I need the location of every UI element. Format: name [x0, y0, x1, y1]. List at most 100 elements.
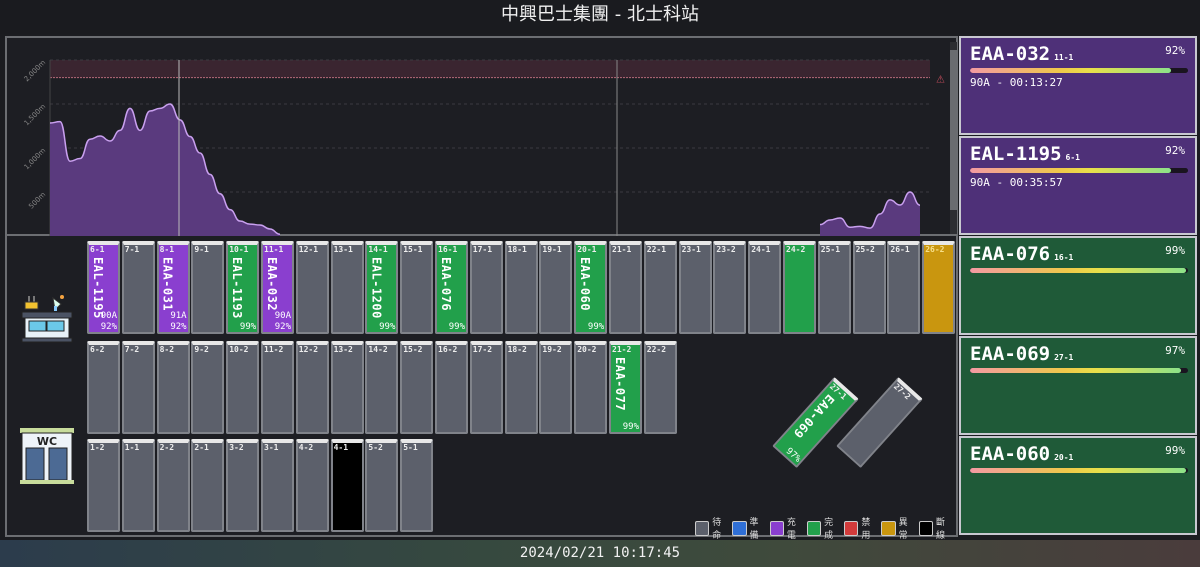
bay-battery: 92%: [100, 322, 117, 332]
bay-label: 20-1: [577, 245, 597, 254]
bay-10-2[interactable]: 10-2: [226, 341, 260, 434]
bay-21-1[interactable]: 21-1: [609, 241, 642, 334]
bay-vehicle-id: EAA-076: [439, 257, 453, 312]
bay-12-1[interactable]: 12-1: [295, 241, 329, 334]
bay-14-1[interactable]: 14-1 EAL-1200 99%: [365, 241, 399, 334]
page-title: 中興巴士集團 - 北士科站: [0, 0, 1200, 34]
card-bay: 27-1: [1054, 353, 1074, 362]
bay-label: 8-1: [159, 245, 175, 254]
bay-10-1[interactable]: 10-1 EAL-1193 99%: [226, 241, 260, 334]
bay-17-2[interactable]: 17-2: [469, 341, 503, 434]
bay-battery: 97%: [783, 446, 803, 465]
bay-11-1[interactable]: 11-1 EAA-032 90A 92%: [261, 241, 294, 334]
bay-5-2[interactable]: 5-2: [365, 439, 399, 532]
bay-9-1[interactable]: 9-1: [191, 241, 225, 334]
card-vehicle-text: EAL-1195: [970, 143, 1062, 165]
bay-24-2[interactable]: 24-2: [783, 241, 816, 334]
bay-4-2[interactable]: 4-2: [295, 439, 329, 532]
bay-1-2[interactable]: 1-2: [87, 439, 120, 532]
bay-5-1[interactable]: 5-1: [400, 439, 434, 532]
bay-8-1[interactable]: 8-1 EAA-031 91A 92%: [156, 241, 190, 334]
bay-1-1[interactable]: 1-1: [121, 439, 155, 532]
bay-19-2[interactable]: 19-2: [539, 341, 573, 434]
bay-23-1[interactable]: 23-1: [678, 241, 712, 334]
bay-label: 3-1: [264, 443, 279, 452]
bay-15-2[interactable]: 15-2: [400, 341, 434, 434]
bay-11-2[interactable]: 11-2: [261, 341, 294, 434]
bay-14-2[interactable]: 14-2: [365, 341, 399, 434]
bay-vehicle-id: EAA-032: [265, 257, 279, 312]
bay-battery: 99%: [379, 322, 396, 332]
bay-7-1[interactable]: 7-1: [121, 241, 155, 334]
bay-19-1[interactable]: 19-1: [539, 241, 573, 334]
bay-label: 24-1: [751, 245, 771, 254]
bay-16-2[interactable]: 16-2: [435, 341, 468, 434]
y-tick-label: 0m: [34, 234, 48, 236]
bay-22-1[interactable]: 22-1: [643, 241, 677, 334]
vehicle-card-EAA-076[interactable]: EAA-076 16-1 99%: [959, 236, 1197, 335]
bay-21-2[interactable]: 21-2 EAA-077 99%: [609, 341, 642, 434]
legend-swatch: [918, 520, 933, 536]
vehicle-card-EAA-069[interactable]: EAA-069 27-1 97%: [959, 336, 1197, 435]
bay-17-1[interactable]: 17-1: [469, 241, 503, 334]
bay-label: 26-1: [890, 245, 910, 254]
bay-23-2[interactable]: 23-2: [713, 241, 747, 334]
status-legend: 待命 準備 充電 完成 禁用 異常 斷線: [695, 515, 956, 541]
legend-item-abnormal: 異常: [881, 515, 915, 541]
bay-label: 24-2: [786, 245, 806, 254]
card-vehicle-id: EAA-060 20-1: [970, 443, 1073, 465]
bay-label: 17-1: [472, 245, 493, 254]
vehicle-card-EAA-032[interactable]: EAA-032 11-1 92% 90A - 00:13:27: [959, 36, 1197, 135]
bay-6-1[interactable]: 6-1 EAL-1195 90A 92%: [87, 241, 120, 334]
bay-battery: 99%: [239, 322, 257, 332]
bay-current: 90A: [274, 311, 291, 321]
scrollbar-thumb[interactable]: [950, 50, 957, 210]
bay-vehicle-id: EAA-031: [160, 257, 175, 312]
bay-label: 5-2: [368, 443, 383, 452]
bay-battery: 92%: [170, 322, 187, 332]
bay-4-1[interactable]: 4-1: [330, 439, 364, 532]
bay-8-2[interactable]: 8-2: [156, 341, 190, 434]
bay-26-1[interactable]: 26-1: [887, 241, 921, 334]
bay-18-2[interactable]: 18-2: [504, 341, 538, 434]
bay-18-1[interactable]: 18-1: [504, 241, 538, 334]
bay-22-2[interactable]: 22-2: [643, 341, 677, 434]
bay-vehicle-id: EAL-1195: [91, 257, 105, 319]
chart-scrollbar[interactable]: [950, 42, 957, 234]
bay-25-1[interactable]: 25-1: [817, 241, 851, 334]
bay-label: 19-2: [542, 345, 562, 354]
bay-2-2[interactable]: 2-2: [156, 439, 190, 532]
vehicle-card-EAL-1195[interactable]: EAL-1195 6-1 92% 90A - 00:35:57: [959, 136, 1197, 235]
bay-13-2[interactable]: 13-2: [330, 341, 364, 434]
bay-label: 21-1: [612, 245, 632, 254]
bay-12-2[interactable]: 12-2: [295, 341, 329, 434]
bay-2-1[interactable]: 2-1: [191, 439, 225, 532]
bay-25-2[interactable]: 25-2: [852, 241, 886, 334]
card-charge-info: 90A - 00:35:57: [970, 176, 1063, 189]
bay-label: 4-2: [298, 443, 314, 452]
bay-26-2[interactable]: 26-2: [922, 241, 956, 334]
bay-label: 22-1: [646, 245, 667, 254]
bay-13-1[interactable]: 13-1: [330, 241, 364, 334]
card-vehicle-id: EAL-1195 6-1: [970, 143, 1080, 165]
bay-label: 12-1: [298, 245, 319, 254]
bay-3-1[interactable]: 3-1: [261, 439, 294, 532]
vehicle-card-EAA-060[interactable]: EAA-060 20-1 99%: [959, 436, 1197, 535]
bay-24-1[interactable]: 24-1: [748, 241, 782, 334]
bay-20-2[interactable]: 20-2: [574, 341, 608, 434]
svg-text:WC: WC: [37, 435, 57, 448]
legend-item-complete: 完成: [806, 515, 841, 541]
bay-20-1[interactable]: 20-1 EAA-060 99%: [574, 241, 608, 334]
legend-label: 禁用: [861, 518, 871, 541]
bay-label: 25-2: [855, 245, 875, 254]
bay-3-2[interactable]: 3-2: [226, 439, 260, 532]
bay-16-1[interactable]: 16-1 EAA-076 99%: [435, 241, 468, 334]
bay-label: 20-2: [577, 345, 597, 354]
bay-label: 19-1: [542, 245, 562, 254]
card-battery: 97%: [1165, 344, 1185, 357]
bay-7-2[interactable]: 7-2: [121, 341, 155, 434]
bay-15-1[interactable]: 15-1: [400, 241, 434, 334]
bay-6-2[interactable]: 6-2: [87, 341, 120, 434]
bay-9-2[interactable]: 9-2: [191, 341, 225, 434]
bay-battery: 99%: [622, 422, 639, 432]
